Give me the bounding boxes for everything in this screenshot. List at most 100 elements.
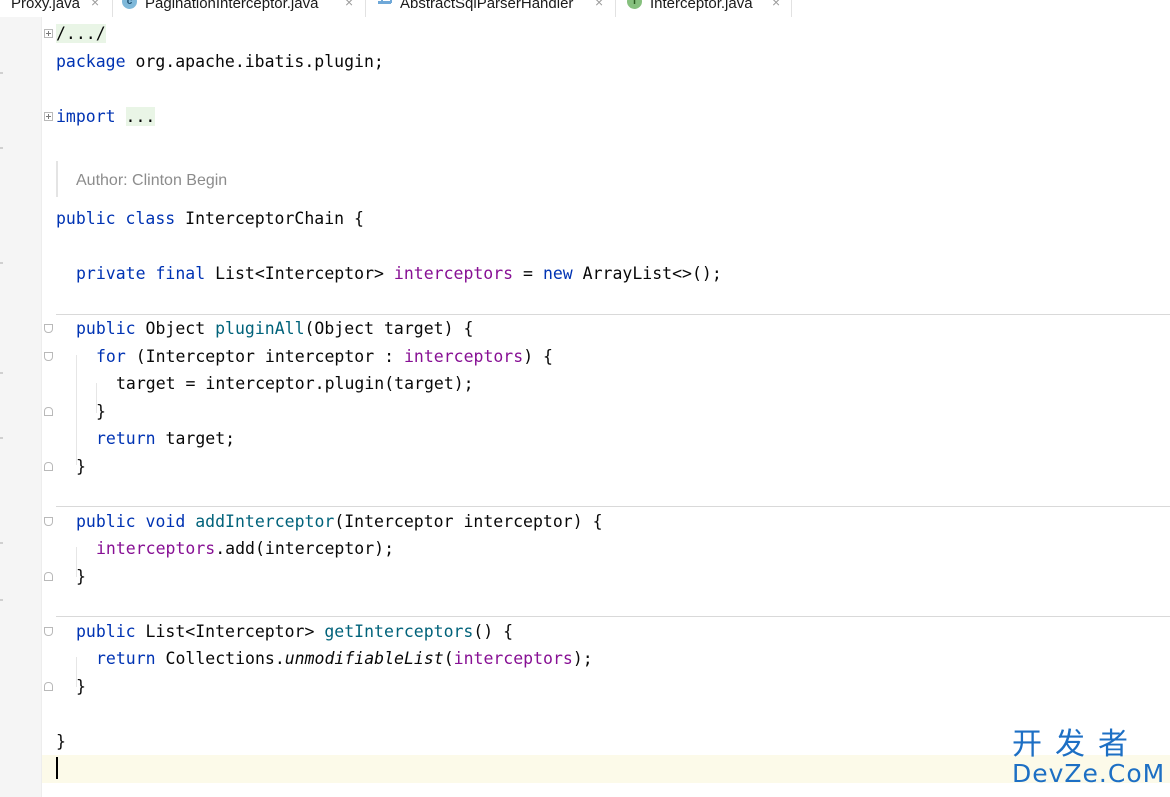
- fold-end-icon[interactable]: [44, 572, 53, 581]
- code-line-for-close[interactable]: }: [96, 400, 106, 424]
- tab-label: PaginationInterceptor.java: [145, 0, 319, 12]
- close-icon[interactable]: ×: [345, 0, 353, 9]
- field-ref: interceptors: [403, 347, 524, 366]
- gutter-marker: [0, 262, 3, 264]
- brace: }: [76, 567, 86, 586]
- code-line-field[interactable]: private final List<Interceptor> intercep…: [76, 262, 722, 286]
- method-separator: [56, 314, 1170, 315]
- brace: }: [76, 457, 86, 476]
- statement: .add(interceptor);: [215, 539, 395, 558]
- keyword: for: [96, 347, 126, 366]
- field-type: List<Interceptor>: [205, 264, 394, 283]
- code-line-get-return[interactable]: return Collections.unmodifiableList(inte…: [96, 647, 593, 671]
- method-name: pluginAll: [215, 319, 305, 338]
- brace: }: [96, 402, 106, 421]
- fold-end-icon[interactable]: [44, 682, 53, 691]
- fold-end-icon[interactable]: [44, 407, 53, 416]
- params: (Object target) {: [304, 319, 474, 338]
- code-line-header[interactable]: /.../: [56, 22, 106, 46]
- folded-header-comment[interactable]: /.../: [56, 24, 106, 43]
- fold-start-icon[interactable]: [44, 627, 53, 636]
- method-separator: [56, 506, 1170, 507]
- brace: }: [76, 677, 86, 696]
- tab-label: AbstractSqlParserHandler: [400, 0, 574, 12]
- gutter-marker: [0, 72, 3, 74]
- fold-start-icon[interactable]: [44, 352, 53, 361]
- close-icon[interactable]: ×: [772, 0, 780, 9]
- method-name: addInterceptor: [195, 512, 335, 531]
- code-line-pluginall-close[interactable]: }: [76, 455, 86, 479]
- fold-start-icon[interactable]: [44, 517, 53, 526]
- code-line-pluginall-sig[interactable]: public Object pluginAll(Object target) {: [76, 317, 473, 341]
- code-line-class-close[interactable]: }: [56, 730, 66, 754]
- code-line-for[interactable]: for (Interceptor interceptor : intercept…: [96, 345, 553, 369]
- keyword: public: [56, 209, 116, 228]
- tab-interceptor-java[interactable]: I Interceptor.java ×: [616, 0, 792, 17]
- return-type: Object: [135, 319, 216, 338]
- close-icon[interactable]: ×: [595, 0, 603, 9]
- expand-fold-icon[interactable]: [44, 29, 53, 38]
- gutter-marker: [0, 437, 3, 439]
- expand-fold-icon[interactable]: [44, 112, 53, 121]
- return-value: target;: [155, 429, 236, 448]
- code-line-class-decl[interactable]: public class InterceptorChain {: [56, 207, 364, 231]
- javadoc-author[interactable]: Author: Clinton Begin: [76, 169, 227, 193]
- keyword: void: [145, 512, 186, 531]
- paren: );: [572, 649, 593, 668]
- field-init: ArrayList<>();: [572, 264, 722, 283]
- keyword: class: [125, 209, 176, 228]
- tab-pagination-interceptor[interactable]: c PaginationInterceptor.java ×: [113, 0, 366, 17]
- tab-label: Proxy.java: [11, 0, 80, 12]
- code-line-return[interactable]: return target;: [96, 427, 235, 451]
- keyword: private: [76, 264, 146, 283]
- tab-label: Interceptor.java: [650, 0, 753, 12]
- abstract-class-icon: [377, 0, 392, 9]
- watermark: 开发者 DevZe.CoM: [1012, 728, 1164, 790]
- for-close: ) {: [523, 347, 553, 366]
- code-line-add-close[interactable]: }: [76, 565, 86, 589]
- text-caret: [56, 757, 58, 779]
- editor-gutter[interactable]: [0, 17, 41, 797]
- keyword: public: [76, 319, 136, 338]
- fold-start-icon[interactable]: [44, 324, 53, 333]
- code-editor[interactable]: /.../ package org.apache.ibatis.plugin; …: [42, 17, 1170, 797]
- keyword: final: [155, 264, 206, 283]
- operator: =: [513, 264, 543, 283]
- watermark-en: DevZe.CoM: [1012, 759, 1166, 788]
- gutter-marker: [0, 542, 3, 544]
- gutter-marker: [0, 147, 3, 149]
- keyword: public: [76, 512, 136, 531]
- params: (Interceptor interceptor) {: [334, 512, 603, 531]
- watermark-cn: 开发者: [1012, 727, 1141, 762]
- field-name: interceptors: [393, 264, 514, 283]
- brace: }: [56, 732, 66, 751]
- keyword: import: [56, 107, 116, 126]
- code-line-get-close[interactable]: }: [76, 675, 86, 699]
- statement: target = interceptor.plugin(target);: [116, 374, 474, 393]
- code-line-add-body[interactable]: interceptors.add(interceptor);: [96, 537, 394, 561]
- code-line-plugin-call[interactable]: target = interceptor.plugin(target);: [116, 372, 474, 396]
- for-head: (Interceptor interceptor :: [125, 347, 404, 366]
- interface-icon: I: [627, 0, 642, 9]
- folded-imports[interactable]: ...: [125, 107, 156, 126]
- close-icon[interactable]: ×: [91, 0, 99, 9]
- field-ref: interceptors: [96, 539, 216, 558]
- keyword: public: [76, 622, 136, 641]
- tab-proxy-java[interactable]: Proxy.java ×: [0, 0, 113, 17]
- paren: (: [443, 649, 454, 668]
- code-line-import[interactable]: import ...: [56, 105, 156, 129]
- editor-tab-bar: Proxy.java × c PaginationInterceptor.jav…: [0, 0, 1170, 17]
- package-name: org.apache.ibatis.plugin;: [125, 52, 384, 71]
- class-ref: Collections.: [155, 649, 285, 668]
- fold-end-icon[interactable]: [44, 462, 53, 471]
- class-icon: c: [122, 0, 137, 9]
- return-type: List<Interceptor>: [135, 622, 325, 641]
- code-line-add-sig[interactable]: public void addInterceptor(Interceptor i…: [76, 510, 603, 534]
- method-name: getInterceptors: [324, 622, 474, 641]
- code-line-package[interactable]: package org.apache.ibatis.plugin;: [56, 50, 384, 74]
- indent-guide: [76, 355, 77, 465]
- code-line-get-sig[interactable]: public List<Interceptor> getInterceptors…: [76, 620, 513, 644]
- tab-abstract-sql-parser-handler[interactable]: AbstractSqlParserHandler ×: [366, 0, 616, 17]
- keyword: package: [56, 52, 126, 71]
- keyword: return: [96, 649, 156, 668]
